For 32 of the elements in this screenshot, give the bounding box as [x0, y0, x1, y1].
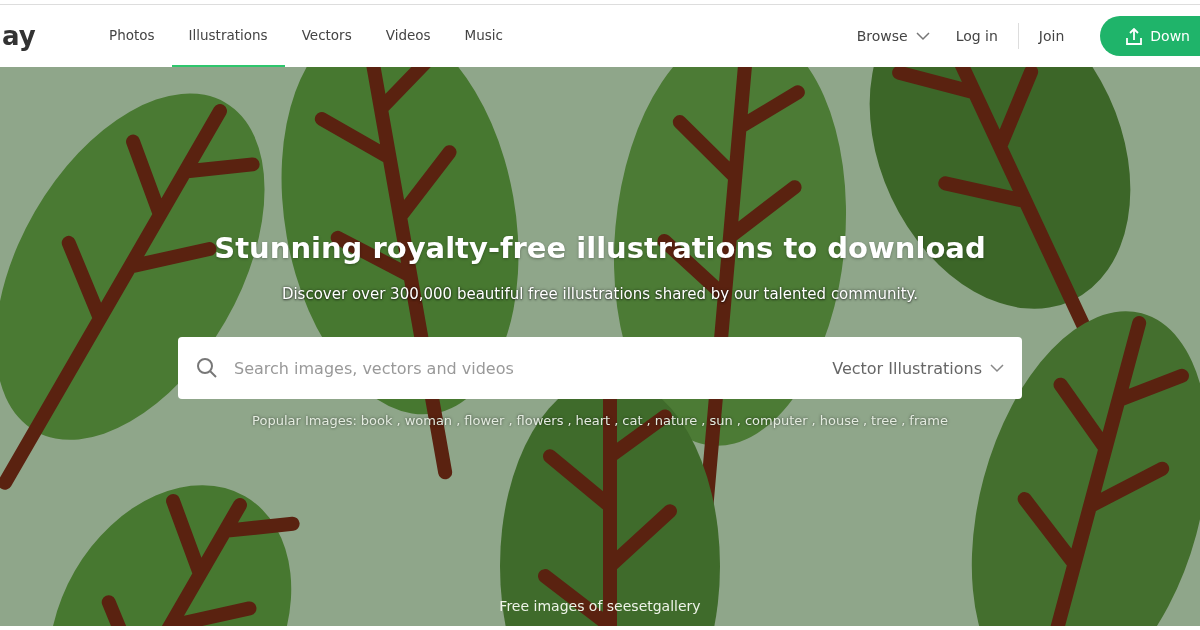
- separator: ,: [736, 413, 741, 428]
- separator: ,: [862, 413, 868, 428]
- logo[interactable]: ay: [0, 21, 62, 51]
- tag-link[interactable]: cat: [622, 413, 643, 428]
- login-link[interactable]: Log in: [949, 28, 1004, 44]
- separator: ,: [701, 413, 706, 428]
- search-icon: [196, 357, 218, 379]
- separator: ,: [567, 413, 572, 428]
- separator: ,: [456, 413, 461, 428]
- nav-tab[interactable]: Videos: [368, 5, 448, 67]
- join-link[interactable]: Join: [1032, 28, 1071, 44]
- nav-tab[interactable]: Music: [447, 5, 520, 67]
- tag-link[interactable]: heart: [575, 413, 611, 428]
- separator: ,: [508, 413, 513, 428]
- chevron-down-icon: [915, 31, 930, 41]
- separator: ,: [614, 413, 619, 428]
- tag-link[interactable]: nature: [654, 413, 698, 428]
- popular-label: Popular Images:: [252, 413, 357, 428]
- chevron-down-icon: [990, 363, 1004, 373]
- separator: ,: [901, 413, 906, 428]
- search-field[interactable]: Search images, vectors and videos Vector Illustrations: [178, 337, 1022, 399]
- type-dropdown[interactable]: Vector Illustrations: [832, 358, 1004, 378]
- separator: ,: [646, 413, 651, 428]
- upload-icon: [1126, 27, 1143, 45]
- image-credit[interactable]: Free images of seesetgallery: [499, 598, 701, 614]
- separator: ,: [396, 413, 401, 428]
- upload-button[interactable]: Down: [1100, 16, 1200, 56]
- separator: ,: [811, 413, 816, 428]
- nav-tab[interactable]: Vectors: [284, 5, 369, 67]
- nav-tab[interactable]: Photos: [92, 5, 172, 67]
- tag-link[interactable]: sun: [709, 413, 733, 428]
- browse-menu[interactable]: Browse: [850, 28, 936, 44]
